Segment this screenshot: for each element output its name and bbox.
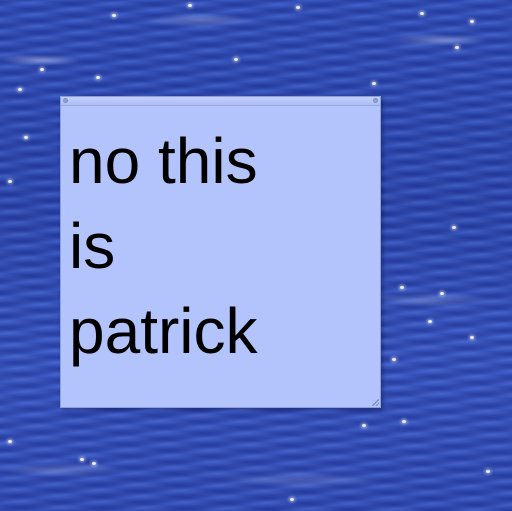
water-glint xyxy=(400,286,404,289)
water-glint xyxy=(362,424,366,427)
close-icon[interactable] xyxy=(63,98,68,103)
desktop-wallpaper: no this is patrick xyxy=(0,0,512,511)
water-glint xyxy=(402,420,406,423)
water-glint xyxy=(440,292,444,295)
water-glint xyxy=(290,498,294,501)
water-glint xyxy=(112,14,116,17)
water-glint xyxy=(296,6,300,9)
sticky-note-titlebar[interactable] xyxy=(61,97,380,106)
water-glint xyxy=(96,76,100,79)
water-glint xyxy=(24,136,28,139)
water-glint xyxy=(372,82,376,85)
water-glint xyxy=(455,46,459,49)
water-glint xyxy=(392,358,396,361)
water-glint xyxy=(470,336,474,339)
water-glint xyxy=(40,68,44,71)
water-glint xyxy=(470,20,474,23)
water-glint xyxy=(92,462,96,465)
resize-grip-icon[interactable] xyxy=(372,399,379,406)
sticky-note[interactable]: no this is patrick xyxy=(60,96,381,408)
water-glint xyxy=(8,440,12,443)
water-glint xyxy=(80,458,84,461)
water-glint xyxy=(188,4,192,7)
zoom-icon[interactable] xyxy=(373,98,378,103)
water-glint xyxy=(486,470,490,473)
water-glint xyxy=(234,58,238,61)
water-glint xyxy=(420,12,424,15)
water-glint xyxy=(428,320,432,323)
water-glint xyxy=(8,180,12,183)
water-glint xyxy=(452,226,456,229)
water-glint xyxy=(18,88,22,91)
sticky-note-text[interactable]: no this is patrick xyxy=(69,119,374,374)
